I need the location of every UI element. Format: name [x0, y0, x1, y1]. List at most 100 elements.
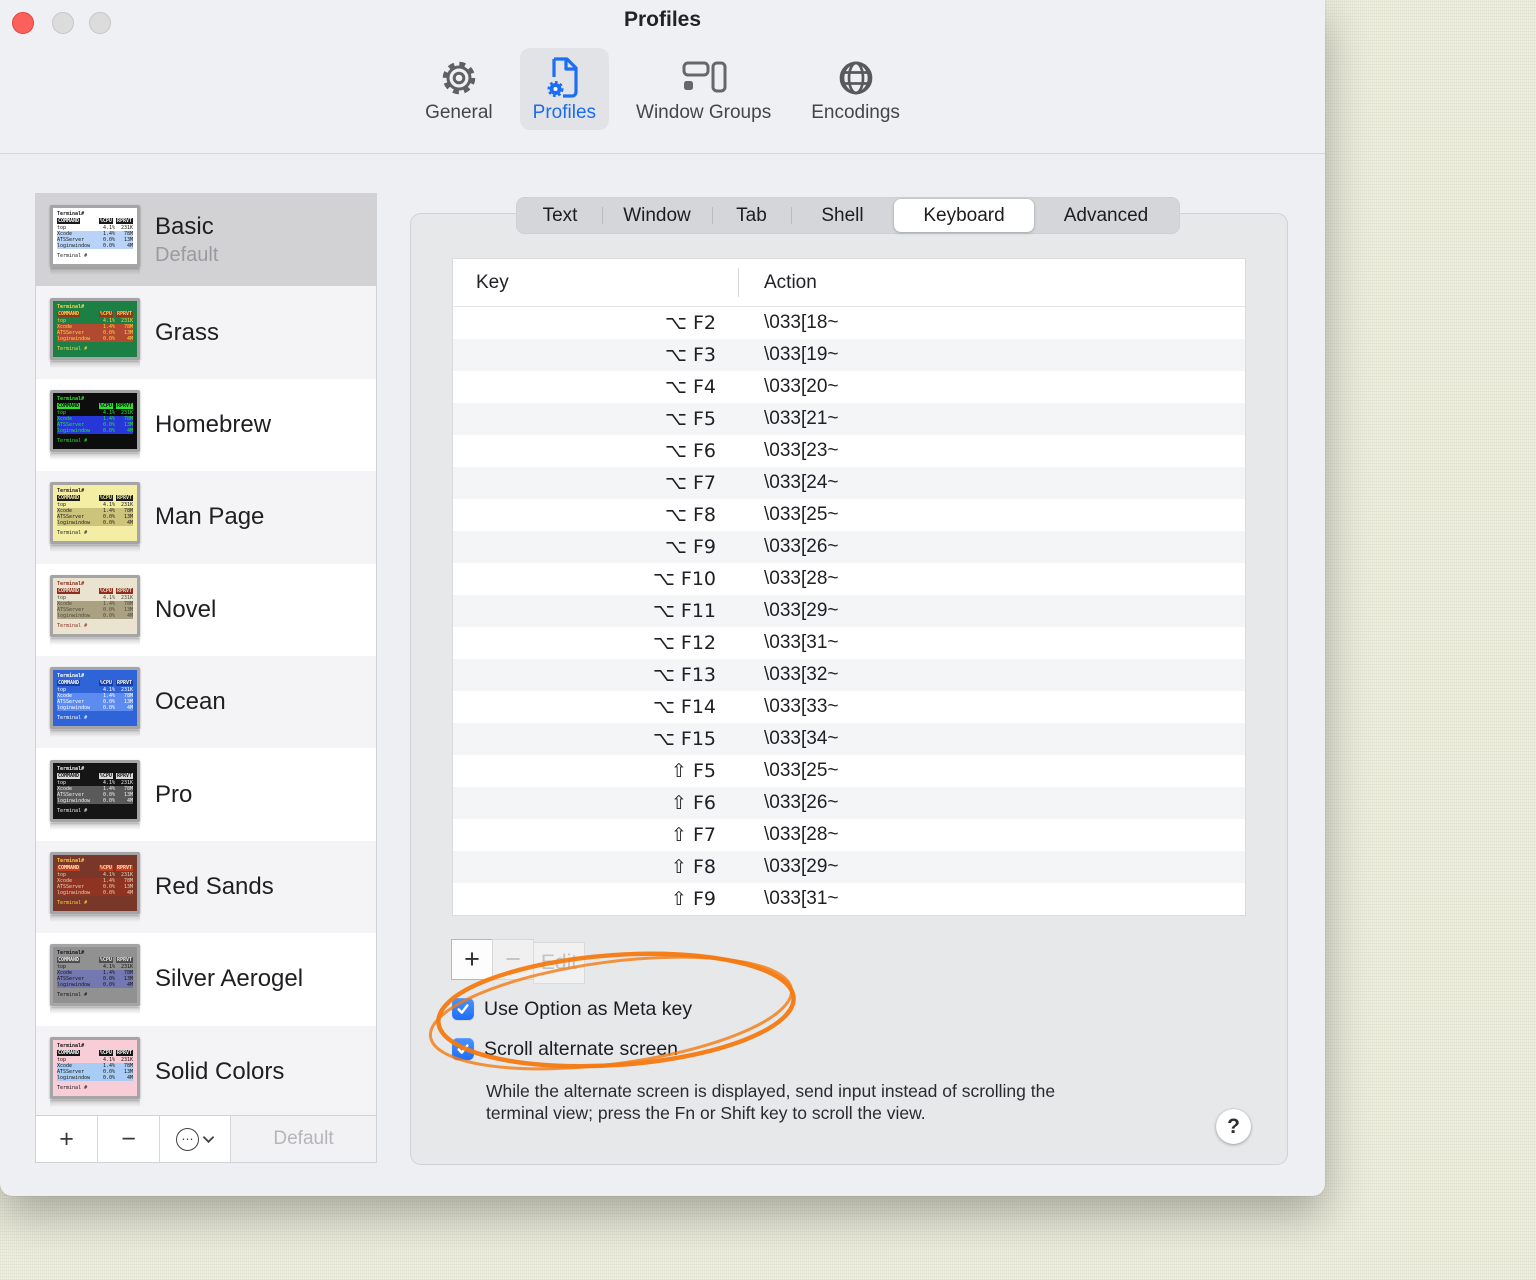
- profile-default-badge: Default: [155, 244, 219, 267]
- gear-icon: [438, 55, 480, 101]
- alternate-screen-help-text: While the alternate screen is displayed,…: [486, 1081, 1056, 1123]
- edit-key-mapping-button[interactable]: Edit: [533, 942, 585, 984]
- table-row[interactable]: ⌥ F12 \033[31~: [453, 627, 1245, 659]
- use-option-as-meta-key-row[interactable]: Use Option as Meta key: [452, 997, 692, 1021]
- chevron-down-icon: [203, 1135, 214, 1143]
- action-cell: \033[25~: [764, 760, 839, 781]
- table-row[interactable]: ⌥ F6 \033[23~: [453, 435, 1245, 467]
- key-cell: ⇧ F7: [671, 824, 716, 846]
- profile-list-item[interactable]: Terminal# COMMAND %CPU RPRVT top 4.1% 231K…: [36, 933, 376, 1025]
- table-row[interactable]: ⌥ F9 \033[26~: [453, 531, 1245, 563]
- toolbar-item-window-groups[interactable]: Window Groups: [623, 48, 784, 130]
- profile-thumbnail: Terminal# COMMAND %CPU RPRVT top 4.1% 231K…: [50, 297, 140, 360]
- profile-list-item[interactable]: Terminal# COMMAND %CPU RPRVT top 4.1% 231K…: [36, 748, 376, 840]
- key-cell: ⌥ F6: [665, 440, 716, 462]
- remove-key-mapping-button[interactable]: −: [492, 939, 534, 980]
- table-row[interactable]: ⌥ F8 \033[25~: [453, 499, 1245, 531]
- table-body: ⌥ F2 \033[18~ ⌥ F3 \033[19~ ⌥ F4 \033[20…: [453, 307, 1245, 915]
- action-cell: \033[31~: [764, 632, 839, 653]
- profile-name: Grass: [155, 318, 220, 346]
- profile-name: Ocean: [155, 688, 226, 716]
- action-cell: \033[26~: [764, 536, 839, 557]
- more-options-button[interactable]: ⋯: [160, 1116, 231, 1162]
- action-cell: \033[26~: [764, 792, 839, 813]
- toolbar-item-general[interactable]: General: [412, 48, 506, 130]
- thumbnail-reflection: [50, 360, 140, 368]
- table-row[interactable]: ⌥ F11 \033[29~: [453, 595, 1245, 627]
- key-cell: ⌥ F9: [665, 536, 716, 558]
- toolbar-item-encodings[interactable]: Encodings: [798, 48, 913, 130]
- action-cell: \033[25~: [764, 504, 839, 525]
- key-cell: ⌥ F11: [652, 600, 716, 622]
- add-profile-button[interactable]: +: [36, 1116, 98, 1162]
- profile-name: Novel: [155, 595, 217, 623]
- key-cell: ⌥ F15: [652, 728, 716, 750]
- key-cell: ⌥ F2: [665, 312, 716, 334]
- tab-tab[interactable]: Tab: [712, 199, 791, 232]
- table-row[interactable]: ⌥ F13 \033[32~: [453, 659, 1245, 691]
- thumbnail-reflection: [50, 545, 140, 553]
- table-row[interactable]: ⌥ F4 \033[20~: [453, 371, 1245, 403]
- toolbar-item-profiles[interactable]: Profiles: [519, 48, 610, 130]
- action-cell: \033[34~: [764, 728, 839, 749]
- checkbox-checked-icon[interactable]: [452, 998, 474, 1020]
- profile-thumbnail: Terminal# COMMAND %CPU RPRVT top 4.1% 231K…: [50, 389, 140, 452]
- tab-text[interactable]: Text: [518, 199, 602, 232]
- profile-name: Red Sands: [155, 872, 274, 900]
- key-cell: ⌥ F14: [652, 696, 716, 718]
- key-cell: ⇧ F8: [671, 856, 716, 878]
- table-row[interactable]: ⇧ F6 \033[26~: [453, 787, 1245, 819]
- table-row[interactable]: ⌥ F14 \033[33~: [453, 691, 1245, 723]
- thumbnail-reflection: [50, 730, 140, 738]
- profile-list-item[interactable]: Terminal# COMMAND %CPU RPRVT top 4.1% 231K…: [36, 286, 376, 379]
- table-row[interactable]: ⇧ F5 \033[25~: [453, 755, 1245, 787]
- scroll-alternate-screen-row[interactable]: Scroll alternate screen: [452, 1037, 678, 1061]
- profile-list-item[interactable]: Terminal# COMMAND %CPU RPRVT top 4.1% 231K…: [36, 194, 376, 287]
- profile-thumbnail: Terminal# COMMAND %CPU RPRVT top 4.1% 231K…: [50, 205, 140, 268]
- table-row[interactable]: ⌥ F7 \033[24~: [453, 467, 1245, 499]
- action-cell: \033[24~: [764, 472, 839, 493]
- profile-name: Silver Aerogel: [155, 965, 304, 993]
- profile-thumbnail: Terminal# COMMAND %CPU RPRVT top 4.1% 231K…: [50, 851, 140, 914]
- tab-keyboard[interactable]: Keyboard: [894, 199, 1034, 232]
- tab-window[interactable]: Window: [602, 199, 712, 232]
- profile-list-item[interactable]: Terminal# COMMAND %CPU RPRVT top 4.1% 231K…: [36, 840, 376, 934]
- table-row[interactable]: ⌥ F2 \033[18~: [453, 307, 1245, 339]
- action-cell: \033[33~: [764, 696, 839, 717]
- thumbnail-reflection: [50, 914, 140, 922]
- window-groups-icon: [681, 55, 727, 101]
- profile-name: Basic: [155, 213, 214, 241]
- remove-profile-button[interactable]: −: [98, 1116, 160, 1162]
- profile-list-item[interactable]: Terminal# COMMAND %CPU RPRVT top 4.1% 231K…: [36, 1025, 376, 1115]
- action-cell: \033[29~: [764, 600, 839, 621]
- profile-name: Man Page: [155, 503, 265, 531]
- column-header-key[interactable]: Key: [453, 272, 509, 294]
- profile-name: Solid Colors: [155, 1057, 285, 1085]
- table-row[interactable]: ⌥ F3 \033[19~: [453, 339, 1245, 371]
- help-button[interactable]: ?: [1216, 1109, 1251, 1144]
- toolbar-label: Window Groups: [636, 102, 772, 123]
- title-toolbar-area: Profiles General Profiles Window Groups …: [0, 0, 1325, 154]
- table-row[interactable]: ⌥ F10 \033[28~: [453, 563, 1245, 595]
- default-button[interactable]: Default: [231, 1116, 376, 1162]
- add-key-mapping-button[interactable]: +: [451, 939, 493, 980]
- table-row[interactable]: ⇧ F7 \033[28~: [453, 819, 1245, 851]
- key-cell: ⇧ F9: [671, 888, 716, 910]
- profile-list-item[interactable]: Terminal# COMMAND %CPU RPRVT top 4.1% 231K…: [36, 379, 376, 471]
- column-header-action[interactable]: Action: [764, 272, 817, 294]
- key-cell: ⌥ F10: [652, 568, 716, 590]
- table-row[interactable]: ⌥ F5 \033[21~: [453, 403, 1245, 435]
- profile-list-item[interactable]: Terminal# COMMAND %CPU RPRVT top 4.1% 231K…: [36, 564, 376, 656]
- table-row[interactable]: ⇧ F9 \033[31~: [453, 883, 1245, 915]
- table-row[interactable]: ⇧ F8 \033[29~: [453, 851, 1245, 883]
- table-row[interactable]: ⌥ F15 \033[34~: [453, 723, 1245, 755]
- profile-list-item[interactable]: Terminal# COMMAND %CPU RPRVT top 4.1% 231K…: [36, 655, 376, 749]
- action-cell: \033[20~: [764, 376, 839, 397]
- key-cell: ⌥ F4: [665, 376, 716, 398]
- preferences-toolbar: General Profiles Window Groups Encodings: [0, 48, 1325, 130]
- tab-advanced[interactable]: Advanced: [1034, 199, 1178, 232]
- tab-shell[interactable]: Shell: [791, 199, 894, 232]
- checkbox-checked-icon[interactable]: [452, 1038, 474, 1060]
- profile-list-item[interactable]: Terminal# COMMAND %CPU RPRVT top 4.1% 231K…: [36, 471, 376, 564]
- action-cell: \033[19~: [764, 344, 839, 365]
